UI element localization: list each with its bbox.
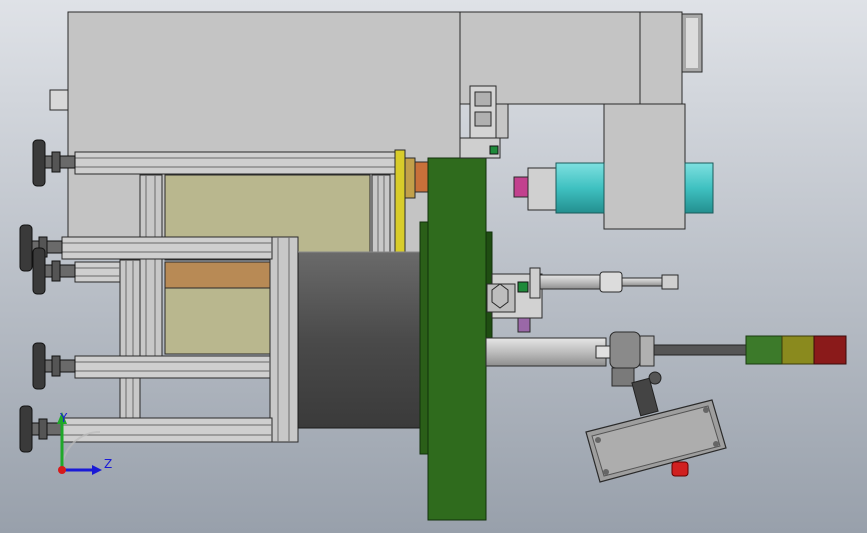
y-axis-label: Y: [59, 411, 68, 425]
x-axis-origin: [58, 466, 66, 474]
z-axis-label: Z: [104, 457, 112, 471]
drum-cylinder: [297, 251, 427, 429]
green-flange: [419, 157, 493, 521]
cad-viewport[interactable]: Z Y: [0, 0, 867, 533]
emergency-stop-button[interactable]: [671, 461, 689, 477]
